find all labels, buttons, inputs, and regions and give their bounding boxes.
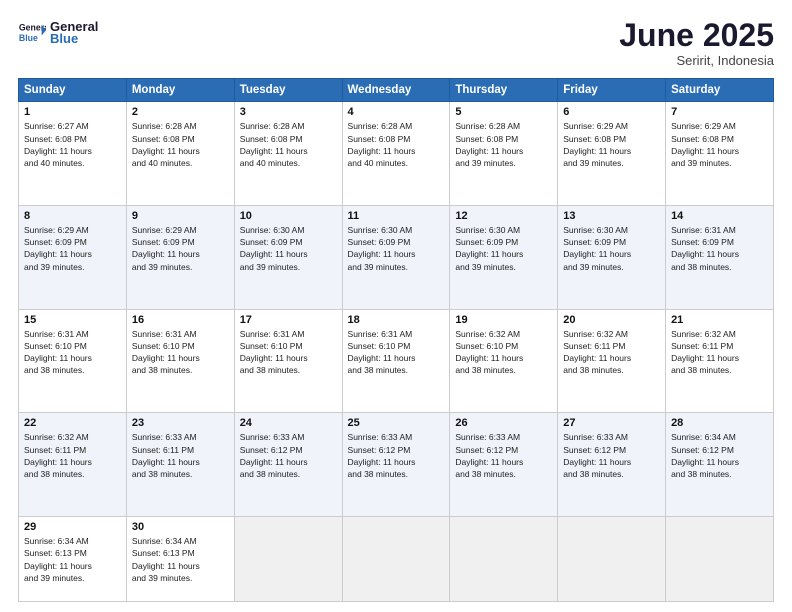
- empty-cell: [450, 516, 558, 601]
- day-cell-20: 20 Sunrise: 6:32 AMSunset: 6:11 PMDaylig…: [558, 309, 666, 413]
- day-cell-6: 6 Sunrise: 6:29 AMSunset: 6:08 PMDayligh…: [558, 102, 666, 206]
- table-row: 22 Sunrise: 6:32 AMSunset: 6:11 PMDaylig…: [19, 413, 774, 517]
- day-cell-13: 13 Sunrise: 6:30 AMSunset: 6:09 PMDaylig…: [558, 205, 666, 309]
- day-cell-8: 8 Sunrise: 6:29 AMSunset: 6:09 PMDayligh…: [19, 205, 127, 309]
- day-cell-1: 1 Sunrise: 6:27 AMSunset: 6:08 PMDayligh…: [19, 102, 127, 206]
- header: General Blue General Blue June 2025 Seri…: [18, 18, 774, 68]
- svg-text:Blue: Blue: [19, 33, 38, 43]
- day-cell-30: 30 Sunrise: 6:34 AMSunset: 6:13 PMDaylig…: [126, 516, 234, 601]
- day-cell-14: 14 Sunrise: 6:31 AMSunset: 6:09 PMDaylig…: [666, 205, 774, 309]
- table-row: 29 Sunrise: 6:34 AMSunset: 6:13 PMDaylig…: [19, 516, 774, 601]
- day-cell-2: 2 Sunrise: 6:28 AMSunset: 6:08 PMDayligh…: [126, 102, 234, 206]
- day-cell-9: 9 Sunrise: 6:29 AMSunset: 6:09 PMDayligh…: [126, 205, 234, 309]
- day-cell-16: 16 Sunrise: 6:31 AMSunset: 6:10 PMDaylig…: [126, 309, 234, 413]
- day-cell-28: 28 Sunrise: 6:34 AMSunset: 6:12 PMDaylig…: [666, 413, 774, 517]
- empty-cell: [234, 516, 342, 601]
- col-friday: Friday: [558, 79, 666, 102]
- page-title: June 2025: [619, 18, 774, 53]
- col-saturday: Saturday: [666, 79, 774, 102]
- page: General Blue General Blue June 2025 Seri…: [0, 0, 792, 612]
- col-wednesday: Wednesday: [342, 79, 450, 102]
- empty-cell: [558, 516, 666, 601]
- day-cell-22: 22 Sunrise: 6:32 AMSunset: 6:11 PMDaylig…: [19, 413, 127, 517]
- day-cell-26: 26 Sunrise: 6:33 AMSunset: 6:12 PMDaylig…: [450, 413, 558, 517]
- col-monday: Monday: [126, 79, 234, 102]
- day-cell-21: 21 Sunrise: 6:32 AMSunset: 6:11 PMDaylig…: [666, 309, 774, 413]
- empty-cell: [666, 516, 774, 601]
- day-cell-10: 10 Sunrise: 6:30 AMSunset: 6:09 PMDaylig…: [234, 205, 342, 309]
- title-block: June 2025 Seririt, Indonesia: [619, 18, 774, 68]
- table-row: 1 Sunrise: 6:27 AMSunset: 6:08 PMDayligh…: [19, 102, 774, 206]
- day-cell-18: 18 Sunrise: 6:31 AMSunset: 6:10 PMDaylig…: [342, 309, 450, 413]
- col-sunday: Sunday: [19, 79, 127, 102]
- day-cell-27: 27 Sunrise: 6:33 AMSunset: 6:12 PMDaylig…: [558, 413, 666, 517]
- day-cell-5: 5 Sunrise: 6:28 AMSunset: 6:08 PMDayligh…: [450, 102, 558, 206]
- day-cell-17: 17 Sunrise: 6:31 AMSunset: 6:10 PMDaylig…: [234, 309, 342, 413]
- day-cell-19: 19 Sunrise: 6:32 AMSunset: 6:10 PMDaylig…: [450, 309, 558, 413]
- empty-cell: [342, 516, 450, 601]
- day-cell-15: 15 Sunrise: 6:31 AMSunset: 6:10 PMDaylig…: [19, 309, 127, 413]
- table-row: 8 Sunrise: 6:29 AMSunset: 6:09 PMDayligh…: [19, 205, 774, 309]
- day-cell-29: 29 Sunrise: 6:34 AMSunset: 6:13 PMDaylig…: [19, 516, 127, 601]
- logo-text: General Blue: [50, 19, 98, 46]
- col-thursday: Thursday: [450, 79, 558, 102]
- day-cell-23: 23 Sunrise: 6:33 AMSunset: 6:11 PMDaylig…: [126, 413, 234, 517]
- calendar-header-row: Sunday Monday Tuesday Wednesday Thursday…: [19, 79, 774, 102]
- calendar-table: Sunday Monday Tuesday Wednesday Thursday…: [18, 78, 774, 602]
- day-cell-12: 12 Sunrise: 6:30 AMSunset: 6:09 PMDaylig…: [450, 205, 558, 309]
- col-tuesday: Tuesday: [234, 79, 342, 102]
- day-cell-11: 11 Sunrise: 6:30 AMSunset: 6:09 PMDaylig…: [342, 205, 450, 309]
- day-cell-3: 3 Sunrise: 6:28 AMSunset: 6:08 PMDayligh…: [234, 102, 342, 206]
- logo: General Blue General Blue: [18, 18, 98, 46]
- location-label: Seririt, Indonesia: [619, 53, 774, 68]
- table-row: 15 Sunrise: 6:31 AMSunset: 6:10 PMDaylig…: [19, 309, 774, 413]
- logo-icon: General Blue: [18, 18, 46, 46]
- day-cell-24: 24 Sunrise: 6:33 AMSunset: 6:12 PMDaylig…: [234, 413, 342, 517]
- day-cell-25: 25 Sunrise: 6:33 AMSunset: 6:12 PMDaylig…: [342, 413, 450, 517]
- day-cell-4: 4 Sunrise: 6:28 AMSunset: 6:08 PMDayligh…: [342, 102, 450, 206]
- day-cell-7: 7 Sunrise: 6:29 AMSunset: 6:08 PMDayligh…: [666, 102, 774, 206]
